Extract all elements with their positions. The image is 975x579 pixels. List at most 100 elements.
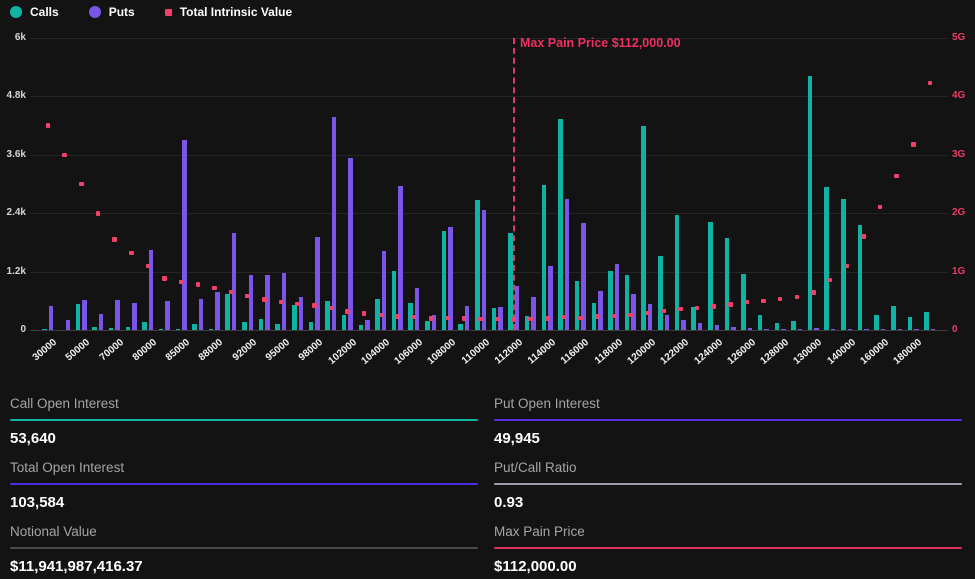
total-intrinsic-value-point[interactable] [129,251,134,256]
total-intrinsic-value-point[interactable] [245,294,250,299]
legend-item-total-intrinsic-value[interactable]: Total Intrinsic Value [165,5,292,19]
calls-bar[interactable] [775,323,780,330]
puts-bar[interactable] [648,304,653,330]
calls-bar[interactable] [575,281,580,330]
total-intrinsic-value-point[interactable] [845,264,850,269]
legend-item-puts[interactable]: Puts [89,5,135,19]
puts-bar[interactable] [565,199,570,330]
puts-bar[interactable] [232,233,237,330]
calls-bar[interactable] [675,215,680,330]
total-intrinsic-value-point[interactable] [711,304,716,309]
puts-bar[interactable] [249,275,254,330]
total-intrinsic-value-point[interactable] [478,317,483,322]
calls-bar[interactable] [42,329,47,330]
total-intrinsic-value-point[interactable] [828,278,833,283]
total-intrinsic-value-point[interactable] [196,282,201,287]
total-intrinsic-value-point[interactable] [329,306,334,311]
puts-bar[interactable] [199,299,204,330]
calls-bar[interactable] [508,233,513,330]
calls-bar[interactable] [242,322,247,330]
total-intrinsic-value-point[interactable] [112,237,117,242]
calls-bar[interactable] [542,185,547,330]
calls-bar[interactable] [858,225,863,330]
puts-bar[interactable] [898,329,903,330]
total-intrinsic-value-point[interactable] [861,234,866,239]
puts-bar[interactable] [66,320,71,330]
calls-bar[interactable] [292,305,297,330]
puts-bar[interactable] [731,327,736,330]
total-intrinsic-value-point[interactable] [878,205,883,210]
calls-bar[interactable] [891,306,896,330]
calls-bar[interactable] [725,238,730,330]
puts-bar[interactable] [398,186,403,330]
total-intrinsic-value-point[interactable] [379,313,384,318]
total-intrinsic-value-point[interactable] [46,123,51,128]
puts-bar[interactable] [448,227,453,330]
calls-bar[interactable] [425,321,430,330]
total-intrinsic-value-point[interactable] [545,316,550,321]
total-intrinsic-value-point[interactable] [695,306,700,311]
total-intrinsic-value-point[interactable] [745,300,750,305]
total-intrinsic-value-point[interactable] [445,316,450,321]
puts-bar[interactable] [715,325,720,330]
total-intrinsic-value-point[interactable] [495,317,500,322]
calls-bar[interactable] [359,325,364,330]
puts-bar[interactable] [665,315,670,330]
calls-bar[interactable] [259,319,264,330]
total-intrinsic-value-point[interactable] [162,276,167,281]
calls-bar[interactable] [458,324,463,330]
total-intrinsic-value-point[interactable] [578,316,583,321]
puts-bar[interactable] [615,264,620,330]
puts-bar[interactable] [215,292,220,330]
total-intrinsic-value-point[interactable] [79,182,84,187]
puts-bar[interactable] [764,329,769,330]
calls-bar[interactable] [658,256,663,330]
calls-bar[interactable] [475,200,480,330]
calls-bar[interactable] [824,187,829,330]
total-intrinsic-value-point[interactable] [928,81,933,86]
total-intrinsic-value-point[interactable] [612,314,617,319]
puts-bar[interactable] [82,300,87,330]
calls-bar[interactable] [192,324,197,330]
total-intrinsic-value-point[interactable] [212,286,217,291]
total-intrinsic-value-point[interactable] [395,314,400,319]
total-intrinsic-value-point[interactable] [778,297,783,302]
puts-bar[interactable] [515,286,520,330]
puts-bar[interactable] [149,250,154,330]
puts-bar[interactable] [681,320,686,330]
total-intrinsic-value-point[interactable] [761,299,766,304]
puts-bar[interactable] [931,329,936,330]
puts-bar[interactable] [165,301,170,330]
total-intrinsic-value-point[interactable] [645,311,650,316]
calls-bar[interactable] [225,294,230,330]
puts-bar[interactable] [914,329,919,330]
total-intrinsic-value-point[interactable] [345,309,350,314]
calls-bar[interactable] [691,307,696,330]
total-intrinsic-value-point[interactable] [795,295,800,300]
puts-bar[interactable] [531,297,536,330]
total-intrinsic-value-point[interactable] [661,309,666,314]
total-intrinsic-value-point[interactable] [595,314,600,319]
total-intrinsic-value-point[interactable] [146,264,151,269]
calls-bar[interactable] [791,321,796,330]
total-intrinsic-value-point[interactable] [728,302,733,307]
total-intrinsic-value-point[interactable] [362,311,367,316]
puts-bar[interactable] [265,275,270,330]
total-intrinsic-value-point[interactable] [96,211,101,216]
puts-bar[interactable] [415,288,420,330]
calls-bar[interactable] [209,329,214,330]
total-intrinsic-value-point[interactable] [911,142,916,147]
calls-bar[interactable] [758,315,763,330]
puts-bar[interactable] [814,328,819,330]
calls-bar[interactable] [126,327,131,330]
calls-bar[interactable] [76,304,81,330]
calls-bar[interactable] [309,322,314,330]
puts-bar[interactable] [365,320,370,330]
total-intrinsic-value-point[interactable] [894,174,899,179]
calls-bar[interactable] [342,315,347,330]
calls-bar[interactable] [142,322,147,330]
total-intrinsic-value-point[interactable] [312,303,317,308]
puts-bar[interactable] [864,329,869,330]
calls-bar[interactable] [159,329,164,330]
calls-bar[interactable] [608,271,613,330]
